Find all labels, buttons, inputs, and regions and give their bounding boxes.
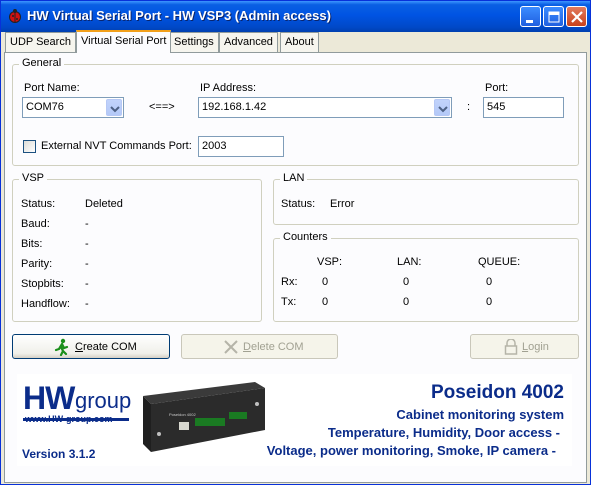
delete-com-label: Delete COM	[243, 341, 304, 353]
port-name-label: Port Name:	[24, 82, 80, 94]
link-arrow: <==>	[149, 101, 175, 113]
nvt-port-value: 2003	[202, 140, 227, 152]
login-button[interactable]: Login	[470, 334, 579, 359]
vsp-parity-label: Parity:	[21, 258, 53, 270]
vsp-stopbits-value: -	[85, 278, 89, 290]
minimize-button[interactable]	[520, 6, 541, 27]
device-label: Poseidon 4002	[169, 412, 196, 417]
counters-rx-queue: 0	[486, 276, 493, 288]
create-com-label: Create COM	[75, 341, 137, 353]
title-bar[interactable]: HW Virtual Serial Port - HW VSP3 (Admin …	[1, 1, 590, 32]
tab-udp-search[interactable]: UDP Search	[5, 32, 76, 52]
nvt-port-label[interactable]: External NVT Commands Port:	[41, 140, 192, 152]
delete-com-button[interactable]: Delete COM	[181, 334, 338, 359]
close-icon	[571, 11, 583, 23]
port-name-select[interactable]: COM76	[22, 97, 124, 118]
chevron-down-icon	[438, 106, 448, 113]
counters-group: Counters	[273, 231, 579, 322]
login-label: Login	[522, 341, 549, 353]
lan-group-title: LAN	[280, 172, 308, 184]
delete-x-icon	[224, 340, 238, 354]
create-com-button[interactable]: Create COM	[12, 334, 170, 359]
nvt-port-checkbox[interactable]	[23, 140, 36, 153]
port-input[interactable]: 545	[483, 97, 564, 118]
window-title: HW Virtual Serial Port - HW VSP3 (Admin …	[27, 8, 331, 23]
banner-line-3: Voltage, power monitoring, Smoke, IP cam…	[266, 443, 556, 458]
nvt-port-input[interactable]: 2003	[198, 136, 284, 157]
close-button[interactable]	[566, 6, 587, 27]
chevron-down-icon	[110, 106, 120, 113]
tab-about[interactable]: About	[280, 32, 319, 52]
vsp-baud-label: Baud:	[21, 218, 50, 230]
minimize-icon	[526, 20, 533, 23]
counters-tx-vsp: 0	[322, 296, 329, 308]
banner-line-1: Cabinet monitoring system	[396, 407, 564, 422]
lock-icon	[504, 339, 518, 355]
vsp-status-value: Deleted	[85, 198, 123, 210]
hw-ladybug-icon	[9, 9, 21, 23]
main-window: HW Virtual Serial Port - HW VSP3 (Admin …	[0, 0, 591, 485]
general-group-title: General	[19, 57, 65, 69]
vsp-stopbits-label: Stopbits:	[21, 278, 64, 290]
vsp-parity-value: -	[85, 258, 89, 270]
promo-banner[interactable]: HW group www.HW-group.com Version 3.1.2 …	[17, 374, 572, 466]
lan-status-value: Error	[330, 198, 355, 210]
maximize-button[interactable]	[543, 6, 564, 27]
counters-rx-lan: 0	[403, 276, 410, 288]
tab-virtual-serial-port[interactable]: Virtual Serial Port	[76, 30, 172, 53]
vsp-baud-value: -	[85, 218, 89, 230]
vsp-handflow-value: -	[85, 298, 89, 310]
port-name-value: COM76	[26, 101, 64, 113]
banner-line-2: Temperature, Humidity, Door access -	[327, 425, 560, 440]
lan-status-label: Status:	[281, 198, 316, 210]
logo-group: group	[75, 388, 132, 413]
lan-group: LAN	[273, 172, 579, 225]
port-label: Port:	[485, 82, 509, 94]
port-name-dropdown-button[interactable]	[106, 99, 122, 116]
counters-rx-label: Rx:	[281, 276, 298, 288]
ip-address-dropdown-button[interactable]	[434, 99, 450, 116]
poseidon-device-image: Poseidon 4002	[143, 382, 265, 452]
counters-tx-queue: 0	[486, 296, 493, 308]
running-man-icon	[54, 338, 69, 356]
vsp-bits-label: Bits:	[21, 238, 43, 250]
port-value: 545	[487, 101, 506, 113]
counters-header-vsp: VSP:	[317, 256, 343, 268]
maximize-icon	[548, 11, 560, 23]
ip-port-separator: :	[467, 101, 471, 113]
vsp-group-title: VSP	[19, 172, 48, 184]
logo-hw: HW	[23, 380, 75, 416]
ip-address-combo[interactable]: 192.168.1.42	[198, 97, 452, 118]
logo-url: www.HW-group.com	[25, 414, 113, 424]
counters-header-lan: LAN:	[397, 256, 422, 268]
counters-header-queue: QUEUE:	[478, 256, 521, 268]
tab-advanced[interactable]: Advanced	[219, 32, 278, 52]
tab-settings[interactable]: Settings	[169, 32, 219, 52]
counters-tx-label: Tx:	[281, 296, 297, 308]
vsp-bits-value: -	[85, 238, 89, 250]
vsp-handflow-label: Handflow:	[21, 298, 70, 310]
counters-group-title: Counters	[280, 231, 331, 243]
version-label: Version 3.1.2	[22, 447, 96, 461]
counters-tx-lan: 0	[403, 296, 410, 308]
vsp-status-label: Status:	[21, 198, 56, 210]
ip-address-label: IP Address:	[200, 82, 257, 94]
counters-rx-vsp: 0	[322, 276, 329, 288]
product-name: Poseidon 4002	[430, 382, 564, 403]
ip-address-value: 192.168.1.42	[202, 101, 267, 113]
